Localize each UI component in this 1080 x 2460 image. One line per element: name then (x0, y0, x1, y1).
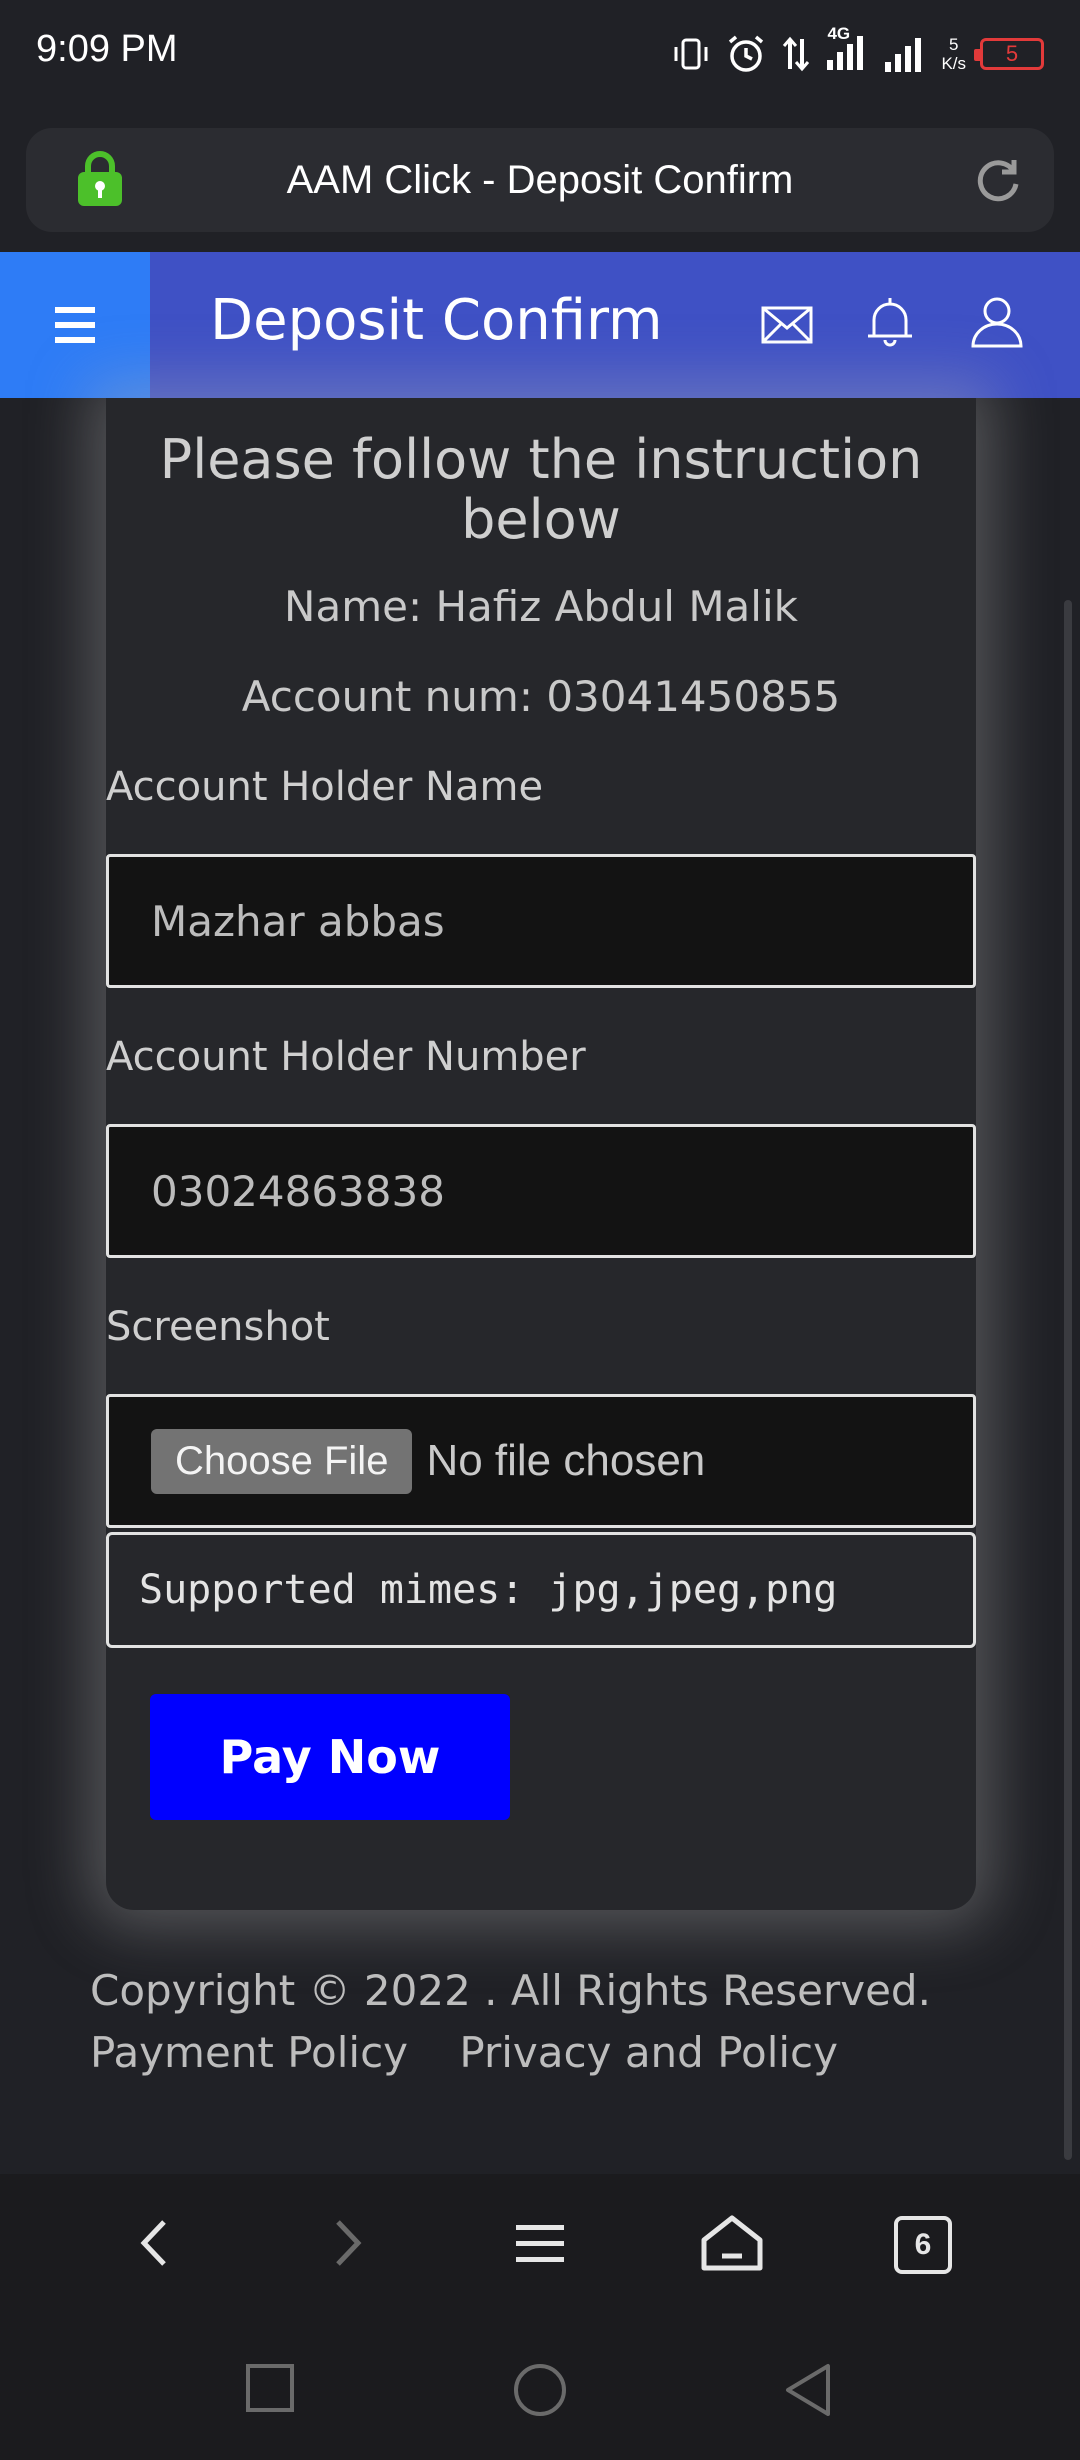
supported-mimes-note: Supported mimes: jpg,jpeg,png (106, 1532, 976, 1648)
tabs-menu-icon[interactable] (510, 2210, 570, 2276)
tab-count-button[interactable]: 6 (894, 2216, 952, 2274)
recipient-account: Account num: 03041450855 (241, 672, 841, 721)
holder-name-value: Mazhar abbas (151, 896, 445, 946)
back-triangle-icon[interactable] (782, 2362, 838, 2418)
user-icon[interactable] (970, 294, 1024, 350)
net-speed: 5 K/s (941, 35, 966, 73)
screenshot-file-input[interactable]: Choose File No file chosen (106, 1394, 976, 1528)
system-nav-bar (0, 2318, 1080, 2460)
recipient-name: Name: Hafiz Abdul Malik (284, 582, 798, 631)
back-icon[interactable] (130, 2210, 180, 2276)
speed-unit: K/s (941, 54, 966, 73)
status-bar: 9:09 PM 4G 5 K/s 5 (0, 0, 1080, 110)
battery-level: 5 (1005, 41, 1019, 66)
browser-address-bar[interactable]: AAM Click - Deposit Confirm (26, 128, 1054, 232)
alarm-icon (729, 35, 764, 72)
tab-count: 6 (914, 2228, 932, 2261)
forward-icon[interactable] (322, 2210, 372, 2276)
card-top-edge (106, 398, 976, 412)
holder-number-value: 03024863838 (151, 1166, 445, 1216)
vibrate-icon (674, 38, 708, 70)
browser-page-title[interactable]: AAM Click - Deposit Confirm (26, 158, 1054, 203)
mail-icon[interactable] (760, 300, 814, 350)
menu-icon (55, 307, 95, 343)
reload-icon[interactable] (970, 152, 1026, 208)
menu-button[interactable] (0, 252, 150, 398)
recents-icon[interactable] (244, 2362, 296, 2414)
app-header: Deposit Confirm (0, 252, 1080, 398)
signal-4g: 4G (825, 24, 869, 76)
scrollbar[interactable] (1064, 600, 1072, 2160)
data-arrows-icon (783, 36, 810, 72)
choose-file-button[interactable]: Choose File (151, 1428, 413, 1494)
footer-links: Payment Policy Privacy and Policy (90, 2028, 876, 2077)
privacy-policy-link[interactable]: Privacy and Policy (459, 2028, 838, 2077)
pay-now-button[interactable]: Pay Now (150, 1694, 510, 1820)
no-file-text: No file chosen (426, 1436, 706, 1485)
speed-value: 5 (948, 35, 959, 54)
copyright-text: Copyright © 2022 . All Rights Reserved. (90, 1966, 931, 2015)
signal-icon (885, 38, 922, 72)
instruction-heading: Please follow the instruction below (159, 428, 923, 551)
screenshot-label: Screenshot (106, 1304, 330, 1350)
status-time: 9:09 PM (36, 28, 178, 70)
holder-number-label: Account Holder Number (106, 1034, 586, 1080)
status-icons: 4G 5 K/s 5 (671, 24, 1044, 82)
home-icon[interactable] (698, 2210, 766, 2276)
network-type: 4G (827, 24, 851, 43)
holder-name-field[interactable]: Mazhar abbas (106, 854, 976, 988)
bell-icon[interactable] (866, 294, 914, 350)
deposit-card: Please follow the instruction below Name… (106, 398, 976, 1910)
holder-name-label: Account Holder Name (106, 764, 544, 810)
page-title: Deposit Confirm (210, 288, 663, 353)
battery-icon: 5 (974, 38, 1044, 70)
home-circle-icon[interactable] (512, 2362, 568, 2418)
browser-nav-bar: 6 (0, 2174, 1080, 2318)
payment-policy-link[interactable]: Payment Policy (90, 2028, 408, 2077)
holder-number-field[interactable]: 03024863838 (106, 1124, 976, 1258)
